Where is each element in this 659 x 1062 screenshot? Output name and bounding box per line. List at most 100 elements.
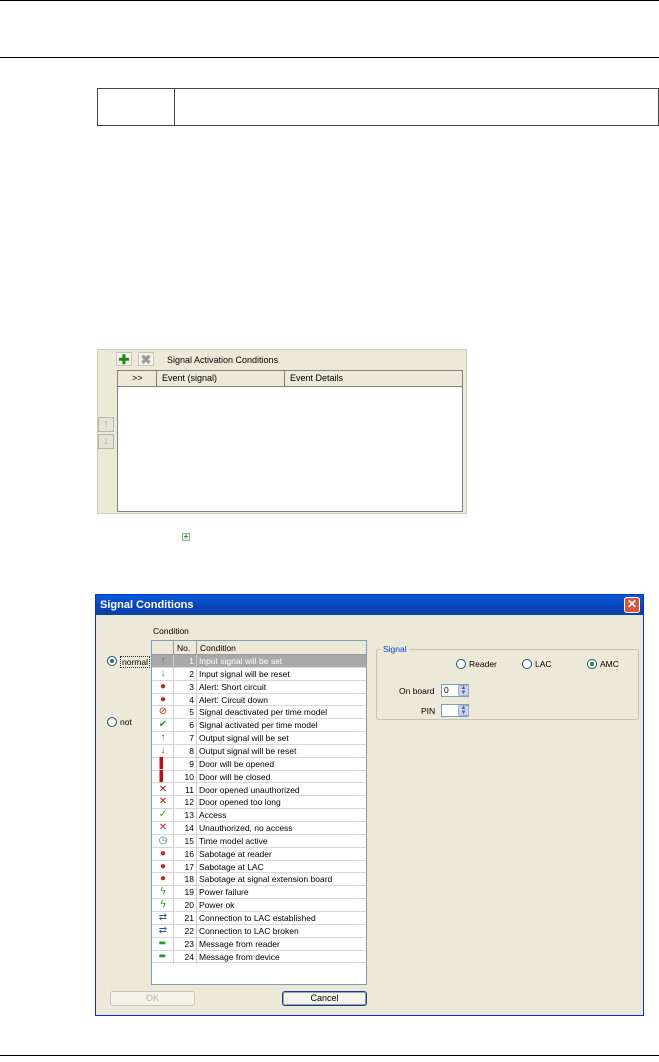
close-button[interactable]: ✕: [624, 597, 640, 613]
condition-group-label: Condition: [153, 626, 189, 636]
sabotage-reader-icon: ●: [159, 847, 167, 859]
normal-radio[interactable]: [107, 656, 117, 666]
condition-row[interactable]: ● 17 Sabotage at LAC: [152, 860, 366, 874]
output-reset-icon: ↓: [160, 744, 166, 756]
dialog-title: Signal Conditions: [96, 595, 643, 615]
condition-row[interactable]: ✓ 13 Access: [152, 809, 366, 823]
condition-text: Door opened too long: [199, 797, 281, 808]
door-open-icon: ▌: [159, 757, 167, 769]
delete-condition-button[interactable]: ✖: [138, 352, 154, 366]
add-condition-button[interactable]: ✚: [116, 352, 132, 366]
condition-row[interactable]: ⊘ 5 Signal deactivated per time model: [152, 706, 366, 720]
condition-number: 15: [184, 835, 194, 846]
top-rule: [0, 0, 659, 1]
condition-row[interactable]: ● 4 Alert: Circuit down: [152, 693, 366, 707]
condition-row[interactable]: ➨ 23 Message from reader: [152, 937, 366, 951]
condition-number: 10: [184, 771, 194, 782]
condition-text: Output signal will be reset: [199, 745, 297, 756]
condition-text: Connection to LAC broken: [199, 925, 299, 936]
condition-text: Power failure: [199, 887, 249, 898]
message-device-icon: ➨: [158, 950, 168, 962]
condition-row[interactable]: ➨ 24 Message from device: [152, 950, 366, 964]
alert-short-icon: ●: [159, 680, 167, 692]
condition-number: 12: [184, 797, 194, 808]
footer-rule: [0, 1055, 659, 1056]
onboard-spinner[interactable]: ▲ ▼: [458, 685, 469, 696]
condition-text: Sabotage at LAC: [199, 861, 264, 872]
condition-row[interactable]: ↑ 1 Input signal will be set: [152, 655, 366, 668]
condition-row[interactable]: ⇄ 21 Connection to LAC established: [152, 912, 366, 925]
lac-radio[interactable]: [522, 659, 532, 669]
activation-grid[interactable]: >> Event (signal) Event Details: [117, 370, 463, 512]
clock-icon: ◷: [158, 834, 168, 846]
ok-button[interactable]: OK: [110, 991, 195, 1006]
reader-radio[interactable]: [456, 659, 466, 669]
condition-number: 13: [184, 810, 194, 821]
col-no[interactable]: No.: [177, 643, 190, 653]
door-closed-icon: ▌: [159, 770, 167, 782]
condition-row[interactable]: ϟ 19 Power failure: [152, 886, 366, 900]
condition-number: 9: [189, 758, 194, 769]
condition-text: Sabotage at signal extension board: [199, 874, 333, 885]
condition-text: Signal activated per time model: [199, 720, 318, 731]
message-reader-icon: ➨: [158, 937, 168, 949]
access-icon: ✓: [158, 809, 168, 821]
condition-number: 1: [189, 656, 194, 666]
condition-row[interactable]: ✕ 11 Door opened unauthorized: [152, 783, 366, 797]
no-access-icon: ✕: [158, 822, 168, 834]
condition-row[interactable]: ↓ 8 Output signal will be reset: [152, 744, 366, 758]
amc-radio[interactable]: [587, 659, 597, 669]
sabotage-lac-icon: ●: [159, 860, 167, 872]
not-radio[interactable]: [107, 717, 117, 727]
condition-text: Alert: Short circuit: [199, 681, 267, 692]
pin-spinner[interactable]: ▲ ▼: [458, 705, 469, 716]
activated-icon: ✔: [158, 719, 168, 731]
output-set-icon: ↑: [160, 732, 166, 744]
condition-row[interactable]: ● 16 Sabotage at reader: [152, 847, 366, 861]
amc-radio-label[interactable]: AMC: [600, 659, 619, 669]
not-radio-label[interactable]: not: [120, 717, 132, 727]
sabotage-board-icon: ●: [159, 873, 167, 885]
arrow-up-icon: ↑: [160, 655, 166, 666]
col-event[interactable]: Event (signal): [162, 373, 217, 383]
condition-number: 19: [184, 887, 194, 898]
condition-number: 18: [184, 874, 194, 885]
condition-text: Unauthorized, no access: [199, 823, 293, 834]
condition-row[interactable]: ▌ 10 Door will be closed: [152, 770, 366, 784]
condition-number: 11: [185, 784, 194, 795]
condition-row[interactable]: ✕ 14 Unauthorized, no access: [152, 822, 366, 836]
condition-table-header: No. Condition: [152, 641, 366, 655]
note-box: [97, 88, 659, 126]
condition-text: Message from reader: [199, 938, 280, 949]
onboard-label: On board: [399, 686, 435, 696]
col-event-details[interactable]: Event Details: [290, 373, 343, 383]
condition-number: 8: [189, 745, 194, 756]
condition-row[interactable]: ↑ 7 Output signal will be set: [152, 732, 366, 746]
normal-radio-label[interactable]: normal: [120, 656, 150, 668]
col-condition[interactable]: Condition: [200, 643, 236, 653]
pin-label: PIN: [421, 706, 436, 716]
deactivated-icon: ⊘: [158, 706, 168, 718]
condition-row[interactable]: ✕ 12 Door opened too long: [152, 796, 366, 810]
condition-text: Alert: Circuit down: [199, 694, 268, 705]
condition-row[interactable]: ▌ 9 Door will be opened: [152, 757, 366, 771]
door-too-long-icon: ✕: [158, 796, 168, 808]
condition-row[interactable]: ✔ 6 Signal activated per time model: [152, 719, 366, 733]
power-failure-icon: ϟ: [160, 886, 166, 898]
move-down-button[interactable]: ↓: [98, 434, 114, 449]
condition-row[interactable]: ϟ 20 Power ok: [152, 899, 366, 913]
lac-radio-label[interactable]: LAC: [535, 659, 552, 669]
condition-number: 21: [184, 913, 194, 923]
condition-row[interactable]: ⇄ 22 Connection to LAC broken: [152, 924, 366, 938]
condition-row[interactable]: ◷ 15 Time model active: [152, 834, 366, 848]
condition-table[interactable]: No. Condition ↑ 1 Input signal will be set…: [151, 640, 367, 985]
alert-down-icon: ●: [159, 693, 167, 705]
condition-row[interactable]: ● 3 Alert: Short circuit: [152, 680, 366, 694]
condition-number: 3: [189, 681, 194, 692]
col-expand[interactable]: >>: [132, 373, 143, 383]
condition-row[interactable]: ● 18 Sabotage at signal extension board: [152, 873, 366, 887]
cancel-button[interactable]: Cancel: [282, 991, 367, 1006]
move-up-button[interactable]: ↑: [98, 417, 114, 432]
reader-radio-label[interactable]: Reader: [469, 659, 497, 669]
condition-row[interactable]: ↓ 2 Input signal will be reset: [152, 667, 366, 681]
